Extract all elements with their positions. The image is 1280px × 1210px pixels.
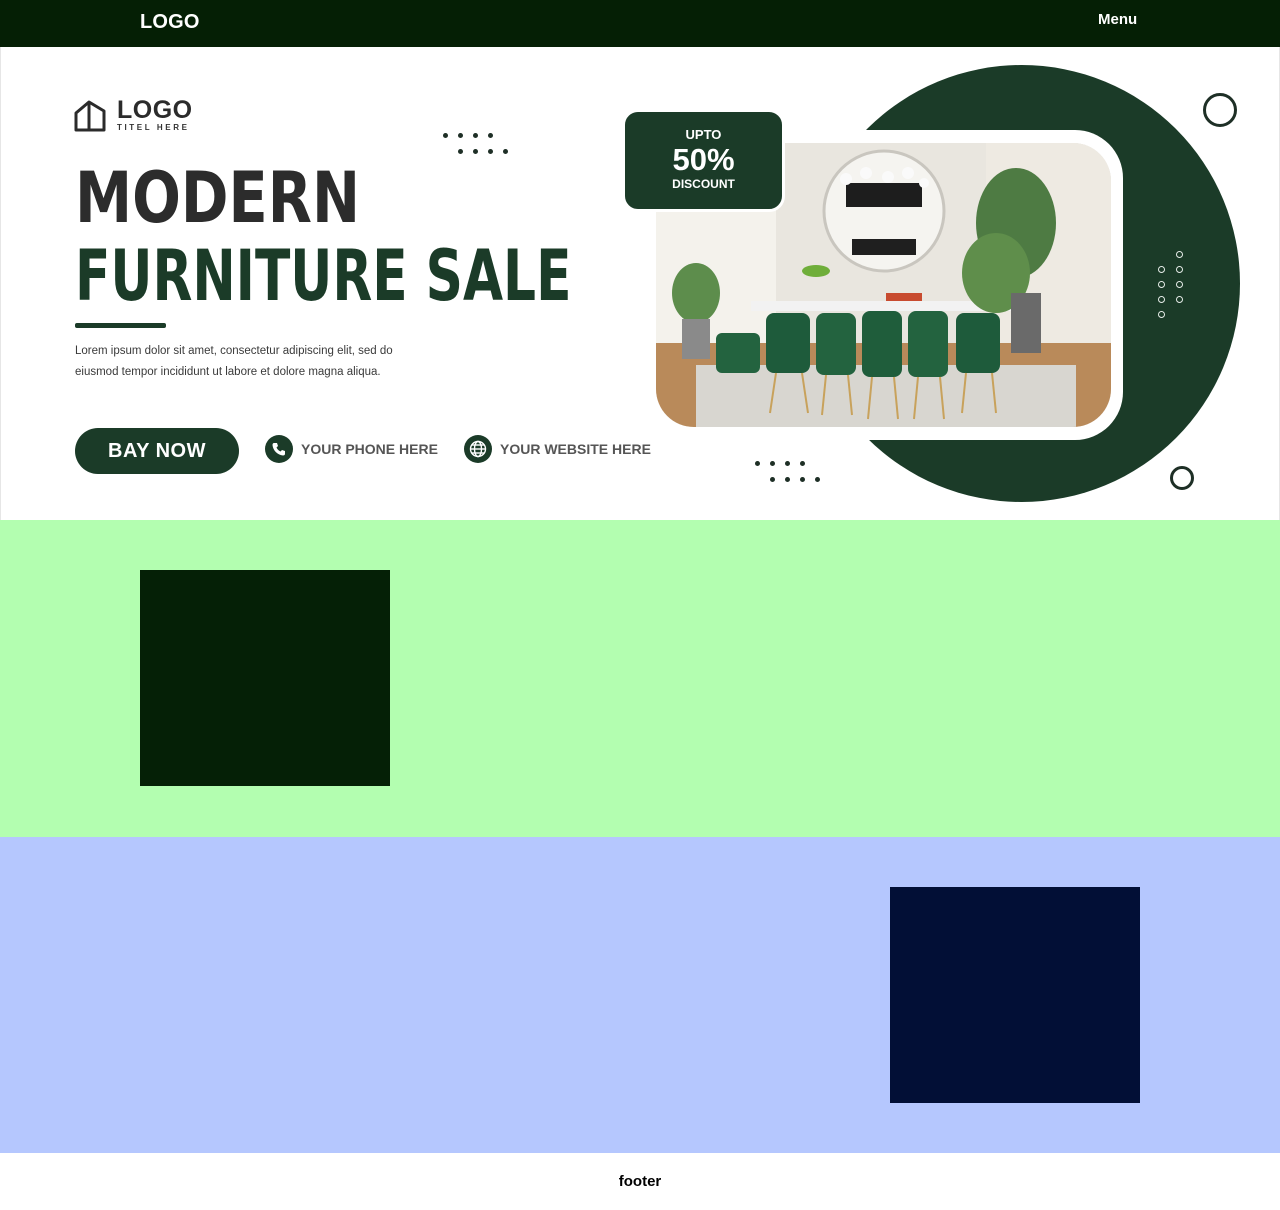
contact-phone: YOUR PHONE HERE bbox=[265, 434, 438, 464]
hero-banner: LOGO TITEL HERE MODERN FURNITURE SALE Lo… bbox=[0, 47, 1280, 520]
phone-text: YOUR PHONE HERE bbox=[301, 441, 438, 457]
discount-upto: UPTO bbox=[685, 127, 722, 142]
globe-icon bbox=[464, 435, 492, 463]
house-icon bbox=[74, 100, 106, 132]
blue-content-section bbox=[0, 837, 1280, 1153]
decorative-ring-bottom bbox=[1170, 466, 1194, 490]
discount-label: DISCOUNT bbox=[672, 177, 735, 191]
menu-button[interactable]: Menu bbox=[1098, 11, 1137, 28]
footer-text: footer bbox=[618, 1173, 662, 1190]
discount-percent: 50% bbox=[672, 142, 735, 177]
navy-content-block bbox=[890, 887, 1140, 1103]
headline-underline bbox=[75, 323, 166, 328]
hero-body-text: Lorem ipsum dolor sit amet, consectetur … bbox=[75, 345, 393, 378]
green-content-block bbox=[140, 570, 390, 786]
phone-icon bbox=[265, 435, 293, 463]
website-text: YOUR WEBSITE HERE bbox=[500, 441, 651, 457]
green-content-section bbox=[0, 520, 1280, 837]
discount-badge: UPTO 50% DISCOUNT bbox=[622, 109, 785, 212]
buy-now-button[interactable]: BAY NOW bbox=[75, 428, 239, 474]
banner-brand-tagline: TITEL HERE bbox=[117, 123, 190, 132]
page-footer: footer bbox=[0, 1153, 1280, 1210]
headline-line-1: MODERN bbox=[75, 157, 361, 239]
headline-line-2: FURNITURE SALE bbox=[75, 235, 572, 317]
decorative-ring-top bbox=[1203, 93, 1237, 127]
banner-brand-name: LOGO bbox=[117, 96, 193, 124]
site-logo[interactable]: LOGO bbox=[140, 11, 200, 34]
top-navbar: LOGO Menu bbox=[0, 0, 1280, 47]
contact-website: YOUR WEBSITE HERE bbox=[464, 434, 651, 464]
